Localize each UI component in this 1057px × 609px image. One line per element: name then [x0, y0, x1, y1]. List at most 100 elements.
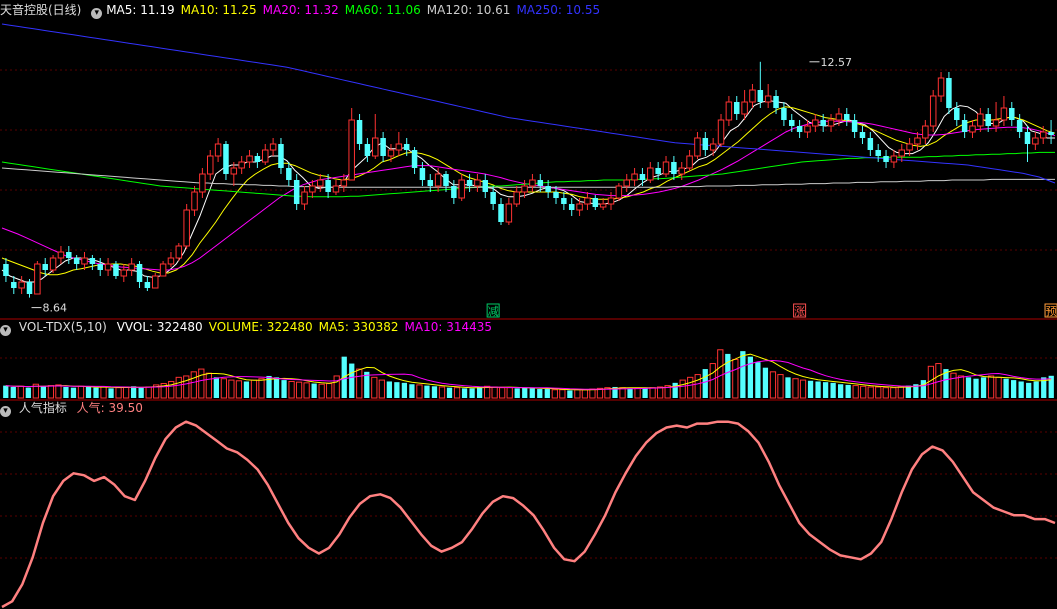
volume-bar: [762, 367, 769, 398]
volume-bar: [785, 377, 791, 398]
panel-collapse-icon[interactable]: ▾: [0, 325, 11, 336]
ma-line-ma10: [1, 106, 1056, 276]
price-annotation-label: 8.64: [43, 302, 68, 315]
candle-body: [246, 155, 253, 163]
candle-body: [490, 192, 496, 204]
candle-body: [159, 263, 167, 277]
candle-body: [451, 186, 457, 198]
candle-body: [631, 173, 638, 181]
volume-bar: [409, 384, 415, 398]
candle-body: [97, 264, 103, 270]
volume-bar: [220, 378, 228, 399]
volume-bar: [897, 386, 904, 399]
candle-body: [136, 264, 143, 282]
candle-body: [859, 132, 866, 138]
candle-body: [741, 101, 748, 115]
volume-bar: [93, 387, 99, 398]
volume-bar: [1003, 378, 1009, 398]
volume-bar: [845, 384, 851, 398]
volume-bar: [243, 381, 250, 398]
volume-bar: [860, 385, 867, 399]
volume-bar: [499, 387, 506, 399]
popularity-legend-0: 人气: 39.50: [76, 401, 143, 415]
candle-body: [167, 257, 175, 265]
volume-bar: [3, 385, 9, 398]
candle-body: [411, 150, 418, 168]
price-legend-0: MA5: 11.19: [106, 3, 175, 17]
candle-body: [238, 161, 245, 169]
candle-body: [261, 149, 269, 163]
candle-body: [599, 203, 607, 208]
candle-body: [395, 143, 403, 151]
candle-body: [946, 78, 952, 108]
candle-body: [961, 120, 968, 132]
candle-body: [42, 264, 48, 270]
candle-body: [128, 263, 135, 271]
volume-bar: [830, 382, 836, 398]
candle-body: [820, 120, 826, 126]
stock-chart-window: 8.6412.57减涨财预 天音控股(日线) ▾MA5: 11.19MA10: …: [0, 0, 1057, 609]
candle-body: [474, 179, 481, 187]
volume-bar: [17, 385, 24, 399]
candle-body: [254, 156, 261, 162]
volume-bar: [175, 376, 182, 399]
candle-body: [647, 167, 654, 181]
candle-body: [922, 125, 929, 139]
volume-legend-1: VOLUME: 322480: [208, 320, 313, 334]
popularity-panel-title: 人气指标: [18, 401, 67, 415]
volume-bar: [702, 369, 708, 398]
candle-body: [49, 257, 57, 271]
candle-body: [81, 257, 88, 265]
volume-bar: [890, 387, 897, 399]
volume-bar: [333, 375, 340, 399]
volume-bar: [769, 371, 777, 399]
volume-bar: [973, 378, 979, 398]
volume-bar: [694, 374, 701, 399]
candle-body: [576, 203, 583, 211]
volume-bar: [401, 382, 408, 398]
volume-bar: [205, 372, 212, 399]
panel-collapse-icon[interactable]: ▾: [91, 8, 103, 19]
candle-body: [434, 173, 442, 187]
candle-body: [969, 125, 976, 133]
volume-bar: [190, 371, 197, 399]
price-legend-2: MA20: 11.32: [262, 3, 339, 17]
candle-body: [372, 137, 379, 157]
volume-bar: [1026, 382, 1032, 398]
candle-body: [788, 120, 795, 126]
candle-body: [175, 245, 183, 259]
volume-bar: [235, 380, 243, 399]
volume-bar: [311, 383, 317, 398]
volume-bar: [544, 389, 550, 398]
candle-body: [929, 95, 937, 127]
volume-bar: [431, 386, 438, 398]
volume-bar: [476, 386, 483, 398]
candle-body: [348, 119, 355, 181]
candle-body: [419, 168, 426, 180]
candle-body: [1009, 108, 1015, 120]
volume-bar: [950, 372, 957, 399]
candle-body: [309, 185, 316, 193]
volume-bar: [732, 358, 739, 399]
volume-bar: [815, 381, 821, 398]
price-panel-title: 天音控股(日线): [0, 3, 82, 17]
candle-body: [757, 90, 764, 102]
candle-body: [199, 173, 206, 193]
candle-body: [702, 138, 709, 150]
volume-bar: [987, 375, 995, 399]
price-legend-3: MA60: 11.06: [344, 3, 421, 17]
candle-body: [937, 77, 945, 97]
volume-bar: [258, 378, 265, 399]
volume-bar: [273, 377, 280, 398]
panel-collapse-icon[interactable]: ▾: [0, 406, 11, 417]
volume-bar: [138, 387, 144, 398]
volume-bar: [627, 388, 633, 398]
candle-body: [568, 204, 575, 210]
candle-body: [717, 119, 725, 145]
candle-body: [898, 149, 906, 157]
candle-body: [183, 209, 190, 247]
candle-body: [364, 144, 371, 156]
candle-body: [537, 180, 544, 186]
volume-bar: [551, 389, 558, 399]
candle-body: [584, 197, 591, 205]
